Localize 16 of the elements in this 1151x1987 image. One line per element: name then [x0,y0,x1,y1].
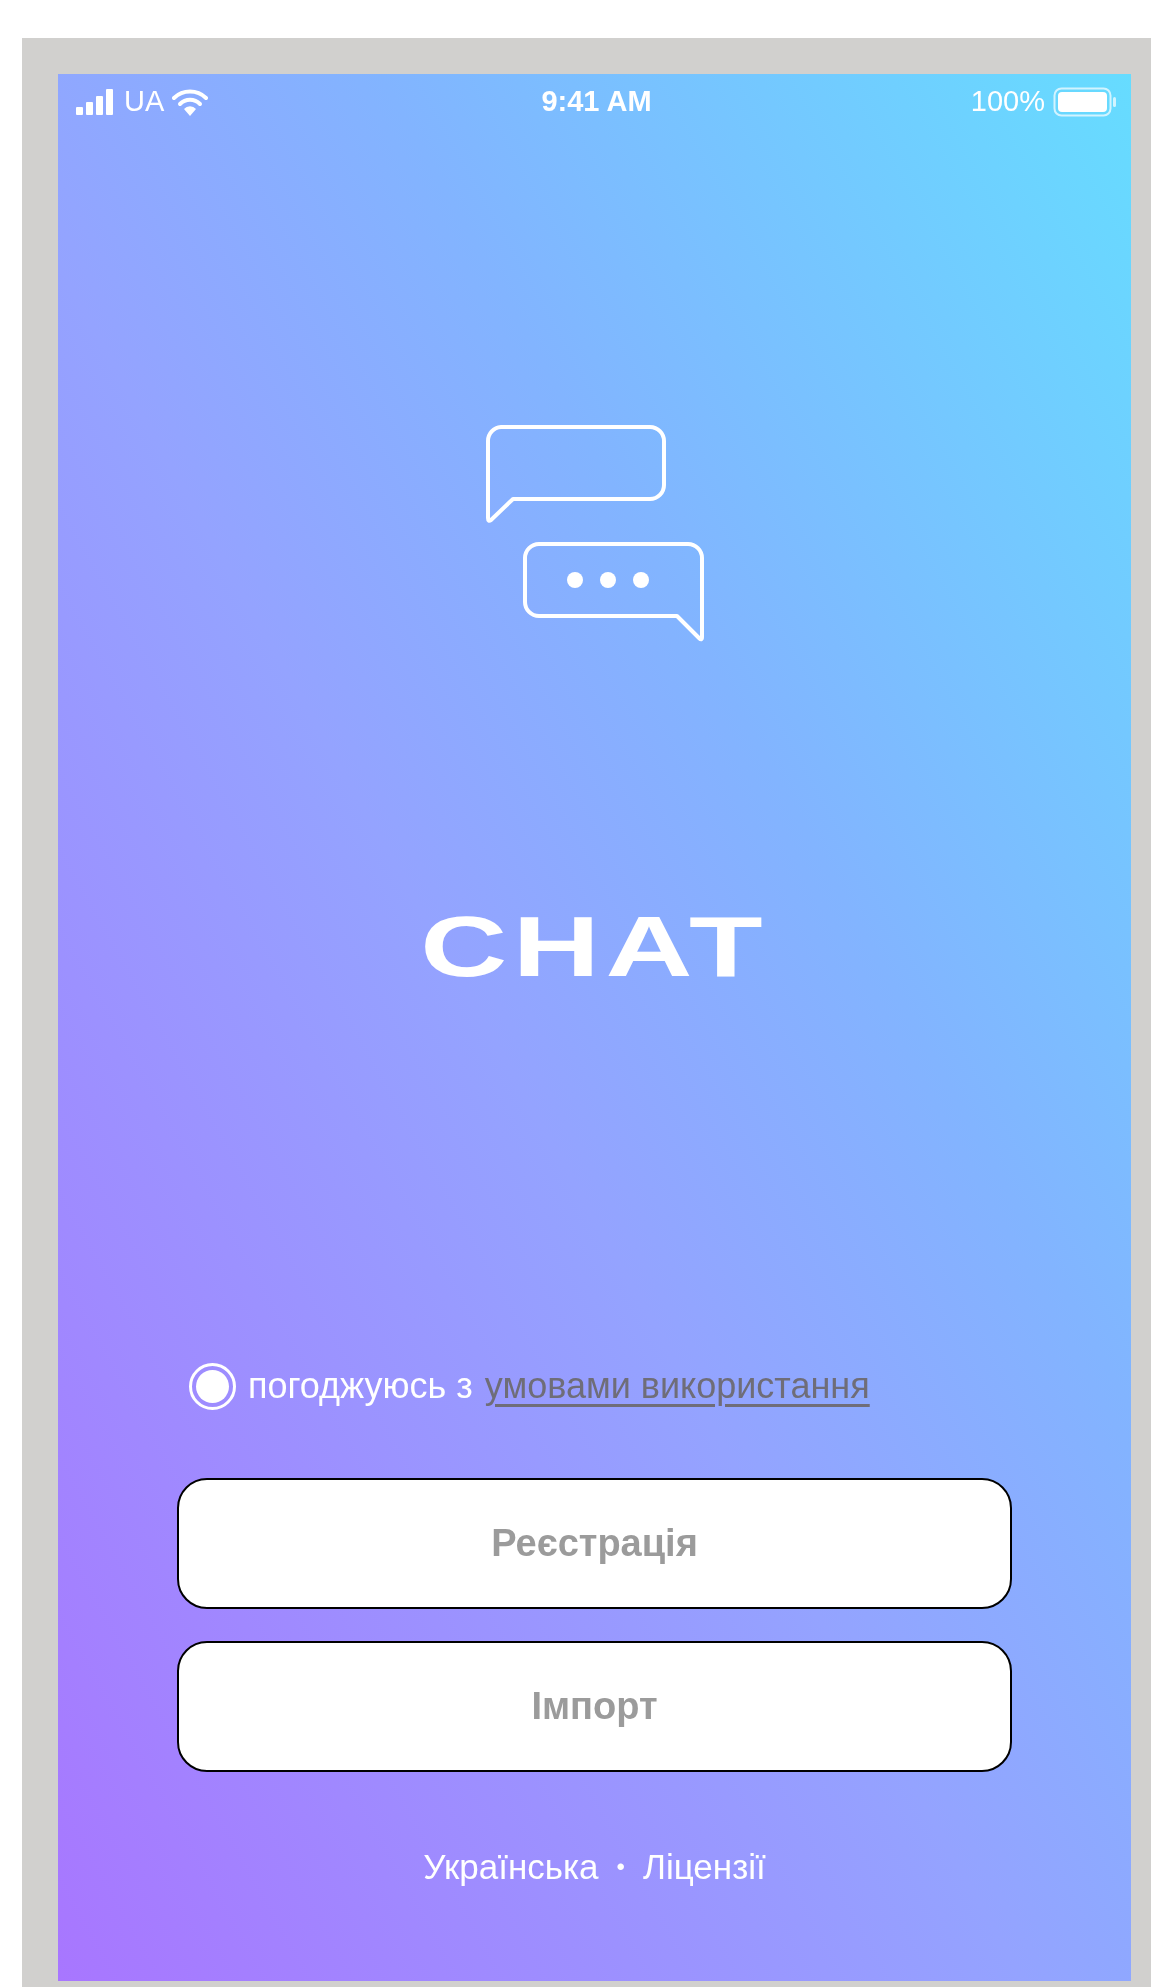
signal-icon [76,89,116,115]
battery-icon [1053,87,1117,117]
licenses-link[interactable]: Ліцензії [642,1840,766,1893]
app-logo-title: CHAT [420,903,769,989]
import-button[interactable]: Імпорт [177,1641,1012,1772]
separator-dot: • [616,1851,625,1882]
agree-label: погоджуюсь з [248,1364,473,1408]
chat-bubbles-icon [484,425,705,643]
clock-time: 9:41 AM [541,84,652,120]
wifi-icon [172,88,209,116]
language-link[interactable]: Українська [423,1840,599,1893]
terms-link[interactable]: умовами використання [484,1359,870,1413]
agree-radio[interactable] [189,1362,236,1410]
register-button[interactable]: Реєстрація [177,1478,1012,1609]
carrier-label: UA [124,84,165,120]
battery-percent: 100% [970,84,1045,120]
